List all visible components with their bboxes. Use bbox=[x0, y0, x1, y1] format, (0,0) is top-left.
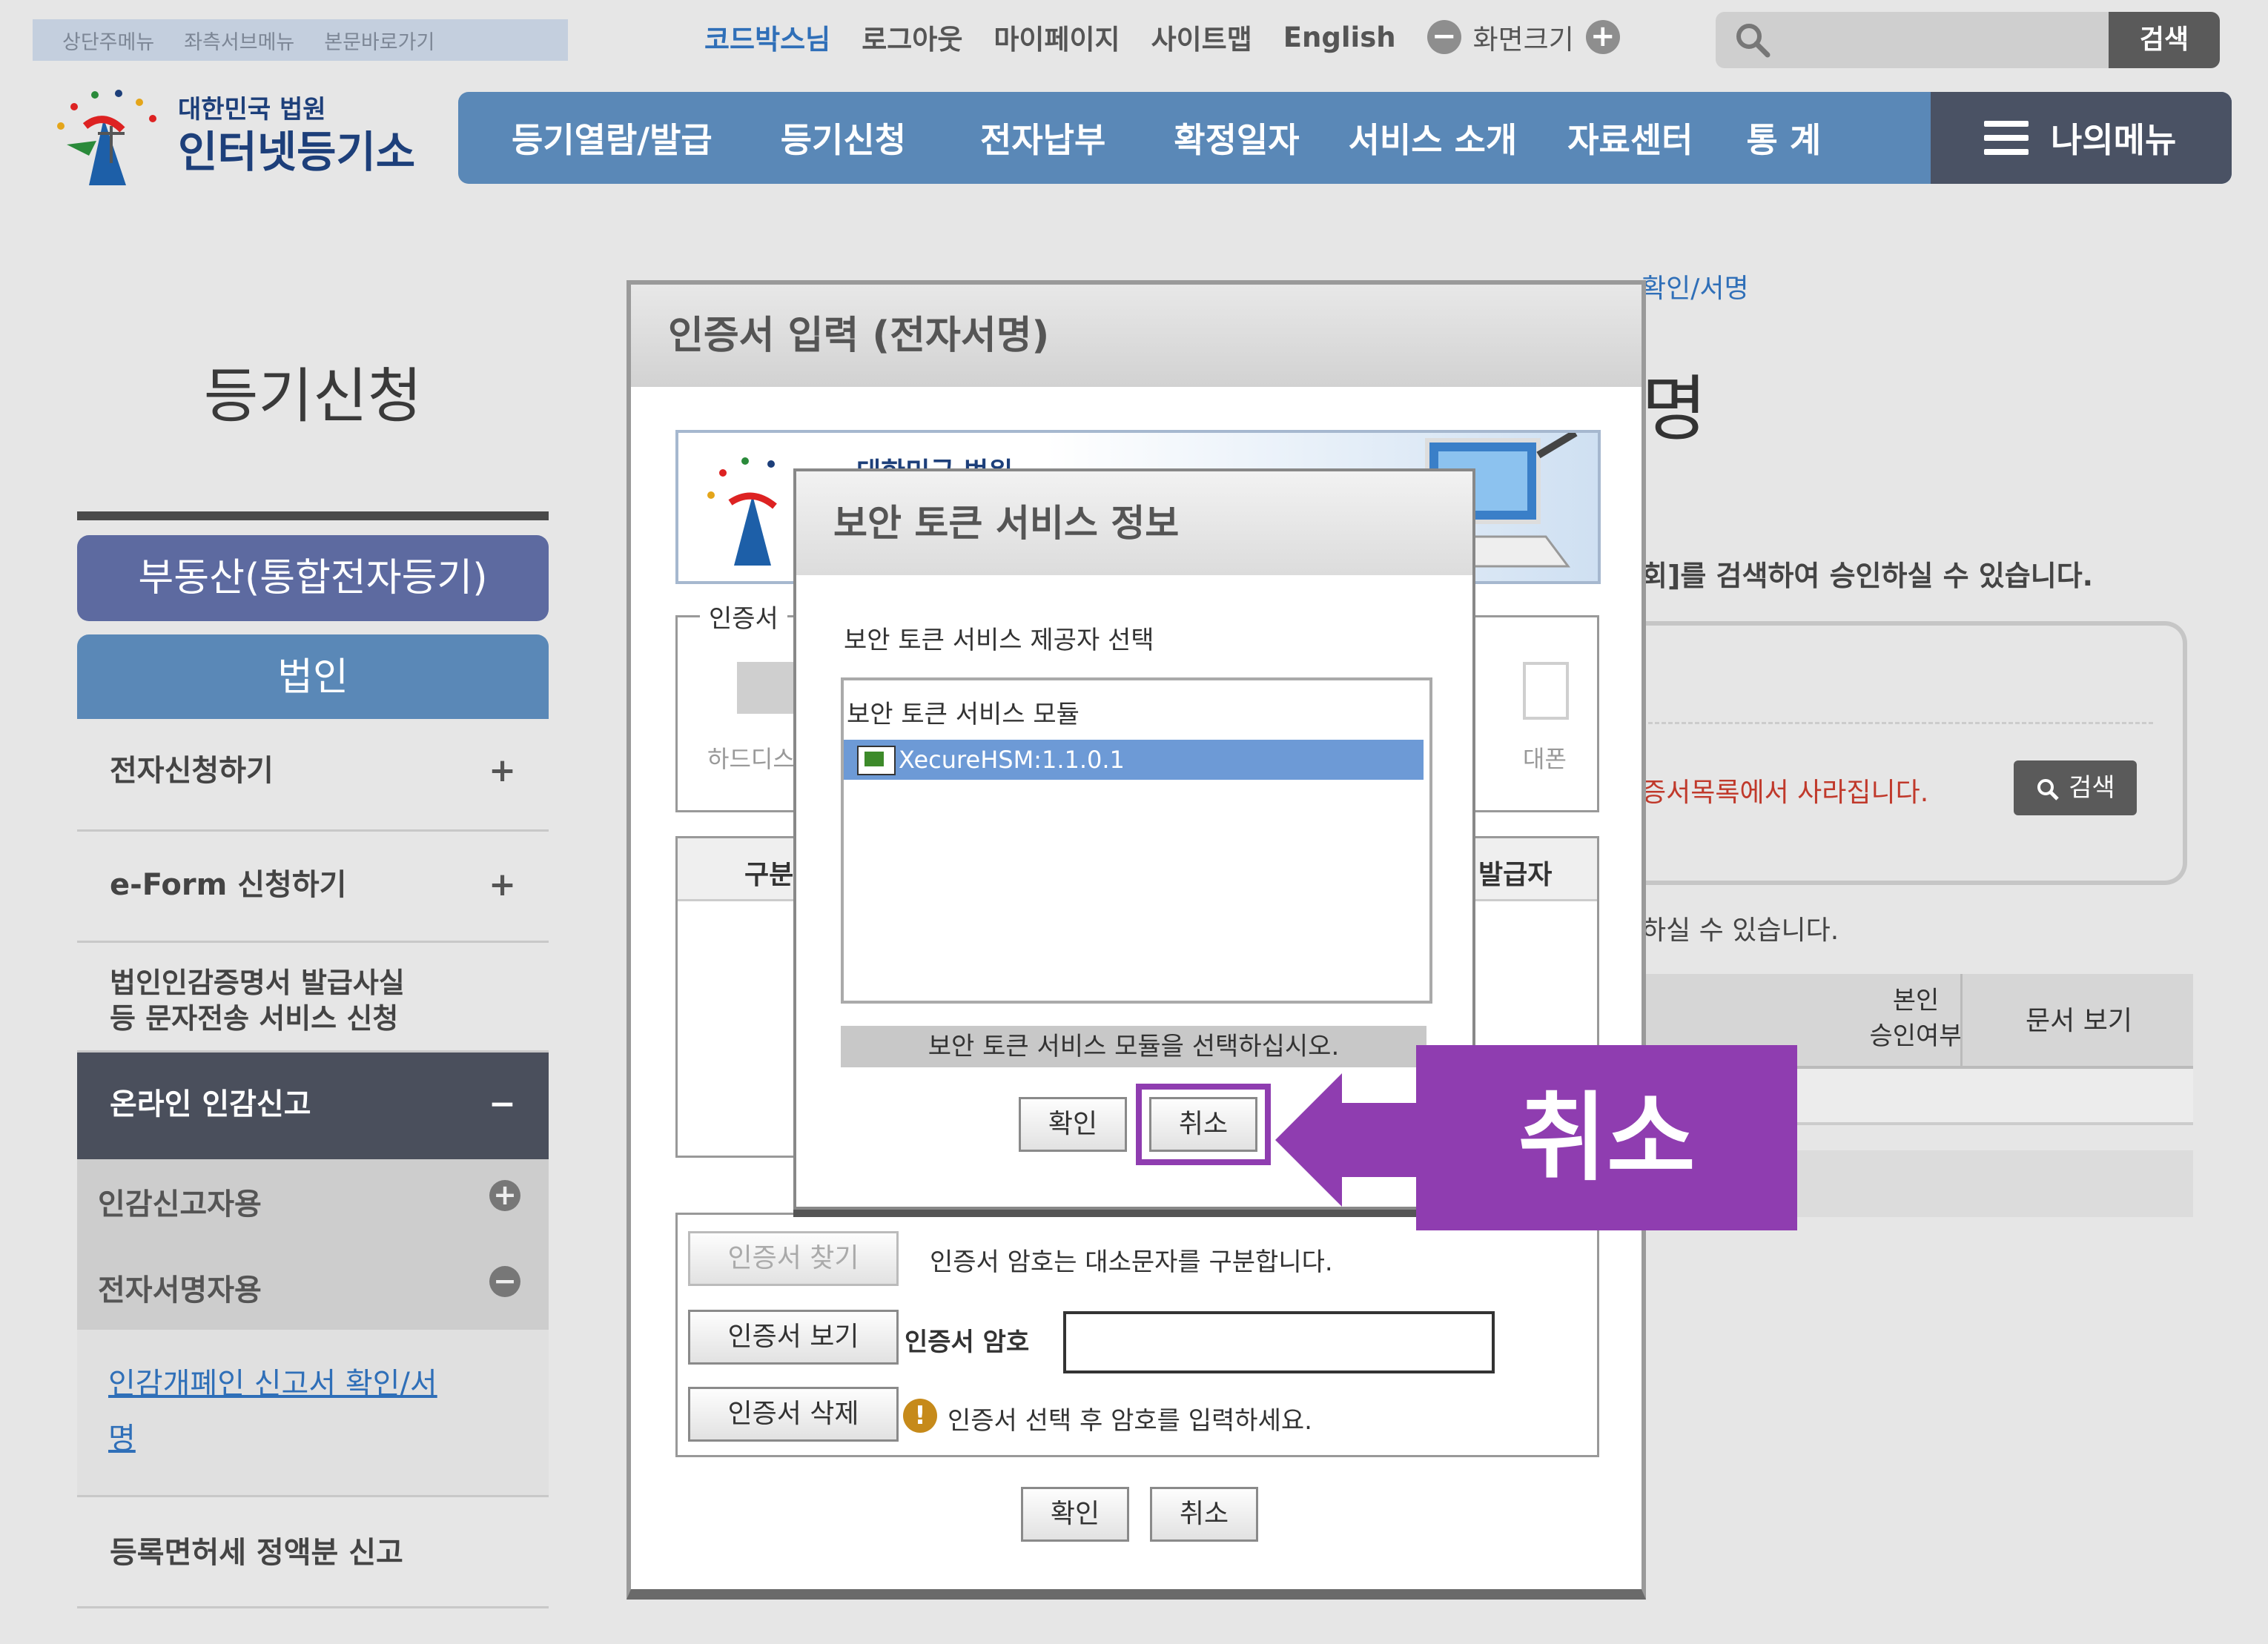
storage-harddisk-label[interactable]: 하드디스 bbox=[707, 740, 795, 775]
delete-cert-button[interactable]: 인증서 삭제 bbox=[688, 1387, 899, 1442]
token-list-item[interactable]: XecureHSM:1.1.0.1 bbox=[844, 740, 1424, 780]
search-icon bbox=[1736, 24, 1771, 58]
skip-link-left-menu[interactable]: 좌측서브메뉴 bbox=[184, 26, 294, 55]
cert-cancel-button[interactable]: 취소 bbox=[1150, 1487, 1258, 1542]
callout-label: 취소 bbox=[1416, 1045, 1797, 1230]
nav-item-view-issue[interactable]: 등기열람/발급 bbox=[512, 113, 713, 162]
note-text: 하실 수 있습니다. bbox=[1642, 915, 1839, 946]
warning-icon: ! bbox=[903, 1399, 937, 1433]
utility-bar: 코드박스님 로그아웃 마이페이지 사이트맵 English − 화면크기 + bbox=[704, 15, 1632, 59]
token-module-list[interactable]: 보안 토큰 서비스 모듈 XecureHSM:1.1.0.1 bbox=[841, 677, 1432, 1004]
cert-ok-button[interactable]: 확인 bbox=[1021, 1487, 1129, 1542]
cert-actions: 인증서 찾기 인증서 암호는 대소문자를 구분합니다. 인증서 보기 인증서 암… bbox=[675, 1213, 1599, 1457]
minus-circle-icon: − bbox=[489, 1266, 520, 1297]
sidebar-divider bbox=[77, 511, 549, 520]
court-emblem-icon bbox=[707, 457, 777, 566]
info-text: 회]를 검색하여 승인하실 수 있습니다. bbox=[1642, 560, 2094, 592]
skip-link-content[interactable]: 본문바로가기 bbox=[324, 26, 434, 55]
nav-item-registration[interactable]: 등기신청 bbox=[781, 113, 906, 162]
minus-icon: − bbox=[489, 1085, 516, 1123]
warn-text: 증서목록에서 사라집니다. bbox=[1642, 778, 1929, 808]
sidebar-subsub: 인감개폐인 신고서 확인/서 명 bbox=[77, 1330, 549, 1497]
token-cancel-button[interactable]: 취소 bbox=[1136, 1084, 1271, 1165]
plus-circle-icon: + bbox=[489, 1180, 520, 1211]
nav-item-statistics[interactable]: 통 계 bbox=[1746, 113, 1821, 162]
my-menu-label: 나의메뉴 bbox=[2051, 120, 2177, 160]
sidebar-item-online-seal[interactable]: 온라인 인감신고 − bbox=[77, 1053, 549, 1159]
court-emblem-icon bbox=[57, 90, 156, 185]
phone-icon[interactable] bbox=[1523, 662, 1569, 720]
panel-search-button[interactable]: 검색 bbox=[2014, 760, 2137, 815]
search-input[interactable] bbox=[1716, 12, 2109, 68]
page-title: 명 bbox=[1642, 368, 1707, 451]
token-status: 보안 토큰 서비스 모듈을 선택하십시오. bbox=[841, 1026, 1426, 1067]
sidebar-subitem-label: 전자서명자용 bbox=[98, 1273, 262, 1307]
sidebar-link-seal-confirm[interactable]: 인감개폐인 신고서 확인/서 명 bbox=[108, 1356, 437, 1466]
mypage-link[interactable]: 마이페이지 bbox=[994, 17, 1120, 57]
col-issuer: 발급자 bbox=[1478, 860, 1553, 890]
password-input[interactable] bbox=[1063, 1311, 1495, 1373]
find-cert-button[interactable]: 인증서 찾기 bbox=[688, 1231, 899, 1286]
nav-item-data-center[interactable]: 자료센터 bbox=[1567, 113, 1693, 162]
password-label: 인증서 암호 bbox=[905, 1328, 1030, 1357]
token-subtitle: 보안 토큰 서비스 제공자 선택 bbox=[844, 626, 1154, 655]
sidebar-title: 등기신청 bbox=[203, 362, 423, 431]
nav-item-e-payment[interactable]: 전자납부 bbox=[980, 113, 1105, 162]
token-dialog-title: 보안 토큰 서비스 정보 bbox=[796, 471, 1472, 575]
corporation-button[interactable]: 법인 bbox=[77, 634, 549, 719]
site-logo[interactable]: 대한민국 법원 인터넷등기소 bbox=[44, 74, 430, 193]
my-menu-button[interactable]: 나의메뉴 bbox=[1931, 92, 2232, 184]
col-doc: 문서 보기 bbox=[2026, 1006, 2132, 1036]
user-name-link[interactable]: 코드박스님 bbox=[704, 17, 830, 57]
cert-dialog-title: 인증서 입력 (전자서명) bbox=[631, 285, 1642, 387]
storage-legend: 인증서 bbox=[700, 598, 787, 634]
module-icon bbox=[857, 746, 896, 775]
sidebar-item-license-tax[interactable]: 등록면허세 정액분 신고 bbox=[77, 1497, 549, 1608]
skip-link-top-menu[interactable]: 상단주메뉴 bbox=[62, 26, 154, 55]
col-approval: 본인 승인여부 bbox=[1869, 986, 1963, 1051]
view-cert-button[interactable]: 인증서 보기 bbox=[688, 1310, 899, 1365]
nav-item-fixed-date[interactable]: 확정일자 bbox=[1174, 113, 1299, 162]
logo-line2: 인터넷등기소 bbox=[178, 127, 416, 177]
skip-links: 상단주메뉴 좌측서브메뉴 본문바로가기 bbox=[33, 19, 568, 61]
logout-link[interactable]: 로그아웃 bbox=[862, 17, 962, 57]
plus-icon: + bbox=[489, 866, 516, 904]
callout-arrow-icon bbox=[1275, 1073, 1424, 1207]
search-icon bbox=[2037, 778, 2060, 801]
panel-search-label: 검색 bbox=[2069, 773, 2115, 803]
token-list-header: 보안 토큰 서비스 모듈 bbox=[847, 700, 1080, 729]
sidebar-subitem-e-signer[interactable]: 전자서명자용 − bbox=[98, 1266, 543, 1309]
col-type: 구분 bbox=[744, 860, 794, 890]
sitemap-link[interactable]: 사이트맵 bbox=[1151, 17, 1252, 57]
storage-phone-label[interactable]: 대폰 bbox=[1523, 740, 1567, 775]
sidebar-item-label: 전자신청하기 bbox=[110, 754, 274, 788]
search-panel: 증서목록에서 사라집니다. 검색 bbox=[1642, 621, 2187, 885]
zoom-in-icon[interactable]: + bbox=[1585, 20, 1620, 54]
hamburger-menu-icon bbox=[1984, 121, 2029, 155]
sidebar-item-eform[interactable]: e-Form 신청하기 + bbox=[77, 832, 549, 943]
token-list-item-label: XecureHSM:1.1.0.1 bbox=[899, 746, 1125, 774]
realestate-button[interactable]: 부동산(통합전자등기) bbox=[77, 535, 549, 621]
sidebar-item-sms-service[interactable]: 법인인감증명서 발급사실 등 문자전송 서비스 신청 bbox=[77, 943, 549, 1053]
breadcrumb: 확인/서명 bbox=[1642, 274, 1749, 304]
nav-item-service-intro[interactable]: 서비스 소개 bbox=[1349, 113, 1518, 162]
case-note: 인증서 암호는 대소문자를 구분합니다. bbox=[930, 1247, 1333, 1277]
sidebar-subitem-label: 인감신고자용 bbox=[98, 1187, 262, 1222]
zoom-label: 화면크기 bbox=[1472, 24, 1574, 56]
zoom-out-icon[interactable]: − bbox=[1426, 20, 1461, 54]
token-ok-button[interactable]: 확인 bbox=[1019, 1097, 1127, 1152]
plus-icon: + bbox=[489, 752, 516, 789]
sidebar-item-label: 온라인 인감신고 bbox=[110, 1087, 311, 1121]
hint-text: 인증서 선택 후 암호를 입력하세요. bbox=[948, 1406, 1312, 1436]
sidebar-submenu: 인감신고자용 + 전자서명자용 − bbox=[77, 1159, 549, 1330]
search-button[interactable]: 검색 bbox=[2109, 12, 2220, 68]
english-link[interactable]: English bbox=[1283, 21, 1396, 53]
sidebar-subitem-seal-reporter[interactable]: 인감신고자용 + bbox=[98, 1180, 543, 1223]
sidebar-item-e-apply[interactable]: 전자신청하기 + bbox=[77, 719, 549, 832]
sidebar-item-label: e-Form 신청하기 bbox=[110, 868, 347, 902]
